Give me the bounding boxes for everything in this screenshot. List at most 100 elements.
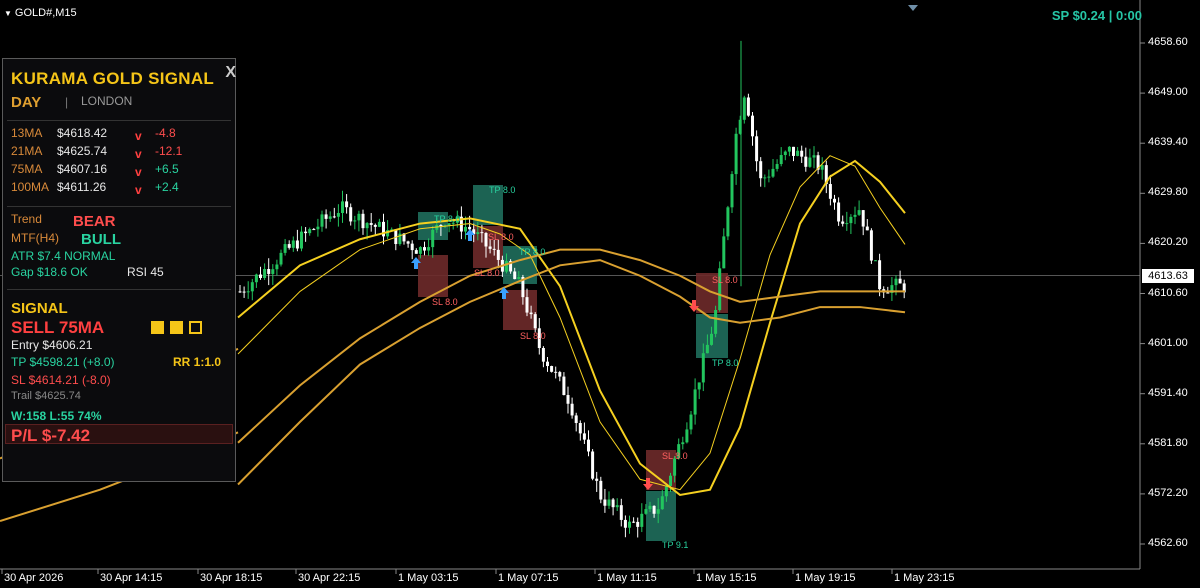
candle-body: [734, 133, 738, 175]
candle-body: [759, 161, 763, 179]
candle-body: [410, 243, 414, 251]
session-separator: |: [65, 95, 69, 109]
candle-body: [874, 260, 877, 262]
close-icon[interactable]: X: [225, 64, 236, 82]
candle-body: [857, 210, 861, 215]
strength-square-2: [170, 321, 183, 334]
candle-body: [861, 210, 865, 227]
candle-body: [574, 415, 578, 424]
candle-body: [714, 310, 718, 334]
signal-title: SIGNAL: [11, 300, 68, 317]
candle-body: [722, 236, 726, 269]
trailing-stop: Trail $4625.74: [11, 390, 81, 402]
ma-value: $4618.42: [57, 126, 108, 140]
candle-body: [525, 297, 529, 313]
candle-body: [431, 229, 435, 248]
ma-name: 21MA: [11, 144, 43, 158]
profit-loss: P/L $-7.42: [11, 426, 91, 445]
candle-body: [640, 513, 644, 527]
x-tick-label: 1 May 23:15: [894, 572, 955, 584]
current-price-tag: 4613.63: [1142, 269, 1194, 283]
candle-body: [615, 505, 619, 508]
candle-body: [558, 372, 562, 377]
candle-body: [312, 229, 316, 231]
candle-body: [304, 231, 308, 234]
candle-body: [300, 231, 303, 249]
candlesticks: [238, 40, 906, 538]
candle-body: [291, 240, 295, 248]
candle-body: [599, 480, 603, 500]
candle-body: [541, 348, 545, 362]
y-tick-label: 4649.00: [1148, 86, 1188, 99]
candle-body: [693, 389, 697, 415]
ma-name: 13MA: [11, 126, 43, 140]
x-tick-label: 30 Apr 22:15: [298, 572, 361, 584]
candle-body: [800, 150, 804, 157]
y-tick-label: 4620.20: [1148, 236, 1188, 249]
candle-body: [496, 249, 500, 260]
ma-value: $4607.16: [57, 162, 108, 176]
session-day: DAY: [11, 94, 42, 111]
entry-price: Entry $4606.21: [11, 338, 93, 352]
candle-body: [263, 269, 267, 279]
candle-body: [623, 519, 627, 528]
dropdown-triangle-icon[interactable]: ▼: [4, 9, 12, 18]
y-tick-label: 4639.40: [1148, 136, 1188, 149]
y-tick-label: 4572.20: [1148, 486, 1188, 499]
candle-body: [865, 226, 869, 231]
candle-body: [742, 97, 746, 120]
take-profit: TP $4598.21 (+8.0): [11, 355, 115, 369]
x-tick-label: 1 May 03:15: [398, 572, 459, 584]
candle-body: [492, 248, 496, 250]
y-tick-label: 4601.00: [1148, 336, 1188, 349]
candle-body: [755, 136, 759, 162]
candle-body: [771, 168, 775, 177]
x-tick-label: 1 May 15:15: [696, 572, 757, 584]
candle-body: [439, 224, 443, 226]
candle-body: [828, 184, 832, 199]
divider: [7, 120, 231, 121]
candle-body: [464, 226, 467, 232]
divider: [7, 206, 231, 207]
candle-body: [636, 521, 640, 527]
candle-body: [345, 201, 349, 208]
candle-body: [295, 240, 299, 249]
candle-body: [271, 269, 275, 274]
candle-body: [554, 371, 558, 373]
candle-body: [783, 151, 787, 156]
ma-direction-icon: v: [135, 183, 142, 197]
tp-label: TP 8.0: [489, 185, 515, 195]
candle-body: [869, 230, 873, 261]
candle-body: [833, 198, 836, 203]
candle-body: [804, 156, 808, 167]
candle-body: [328, 216, 332, 219]
candle-body: [259, 274, 262, 279]
candle-body: [357, 213, 361, 221]
candle-body: [894, 278, 898, 286]
signal-panel: KURAMA GOLD SIGNAL X DAY | LONDON 13MA $…: [2, 58, 236, 482]
x-tick-label: 1 May 11:15: [597, 572, 657, 584]
candle-body: [246, 291, 250, 293]
candle-body: [578, 423, 582, 434]
tp-label: TP 8.0: [519, 247, 545, 257]
candle-body: [361, 213, 365, 229]
ma-value: $4625.74: [57, 144, 108, 158]
ma-change: -4.8: [155, 126, 176, 140]
candle-body: [837, 202, 841, 222]
candle-body: [595, 478, 599, 481]
candle-body: [254, 274, 258, 283]
candle-body: [546, 361, 549, 367]
candle-body: [681, 442, 685, 445]
tp-label: TP 8.0: [712, 358, 738, 368]
ma-change: +6.5: [155, 162, 179, 176]
candle-body: [308, 229, 312, 234]
candle-body: [841, 221, 845, 224]
y-tick-label: 4591.40: [1148, 386, 1188, 399]
sl-box: [503, 290, 537, 330]
candle-body: [468, 226, 472, 230]
candle-body: [423, 247, 426, 251]
candle-body: [710, 333, 713, 345]
candle-body: [267, 269, 271, 274]
symbol-timeframe-label[interactable]: ▼ GOLD#,M15: [4, 7, 77, 19]
candle-body: [406, 241, 410, 244]
